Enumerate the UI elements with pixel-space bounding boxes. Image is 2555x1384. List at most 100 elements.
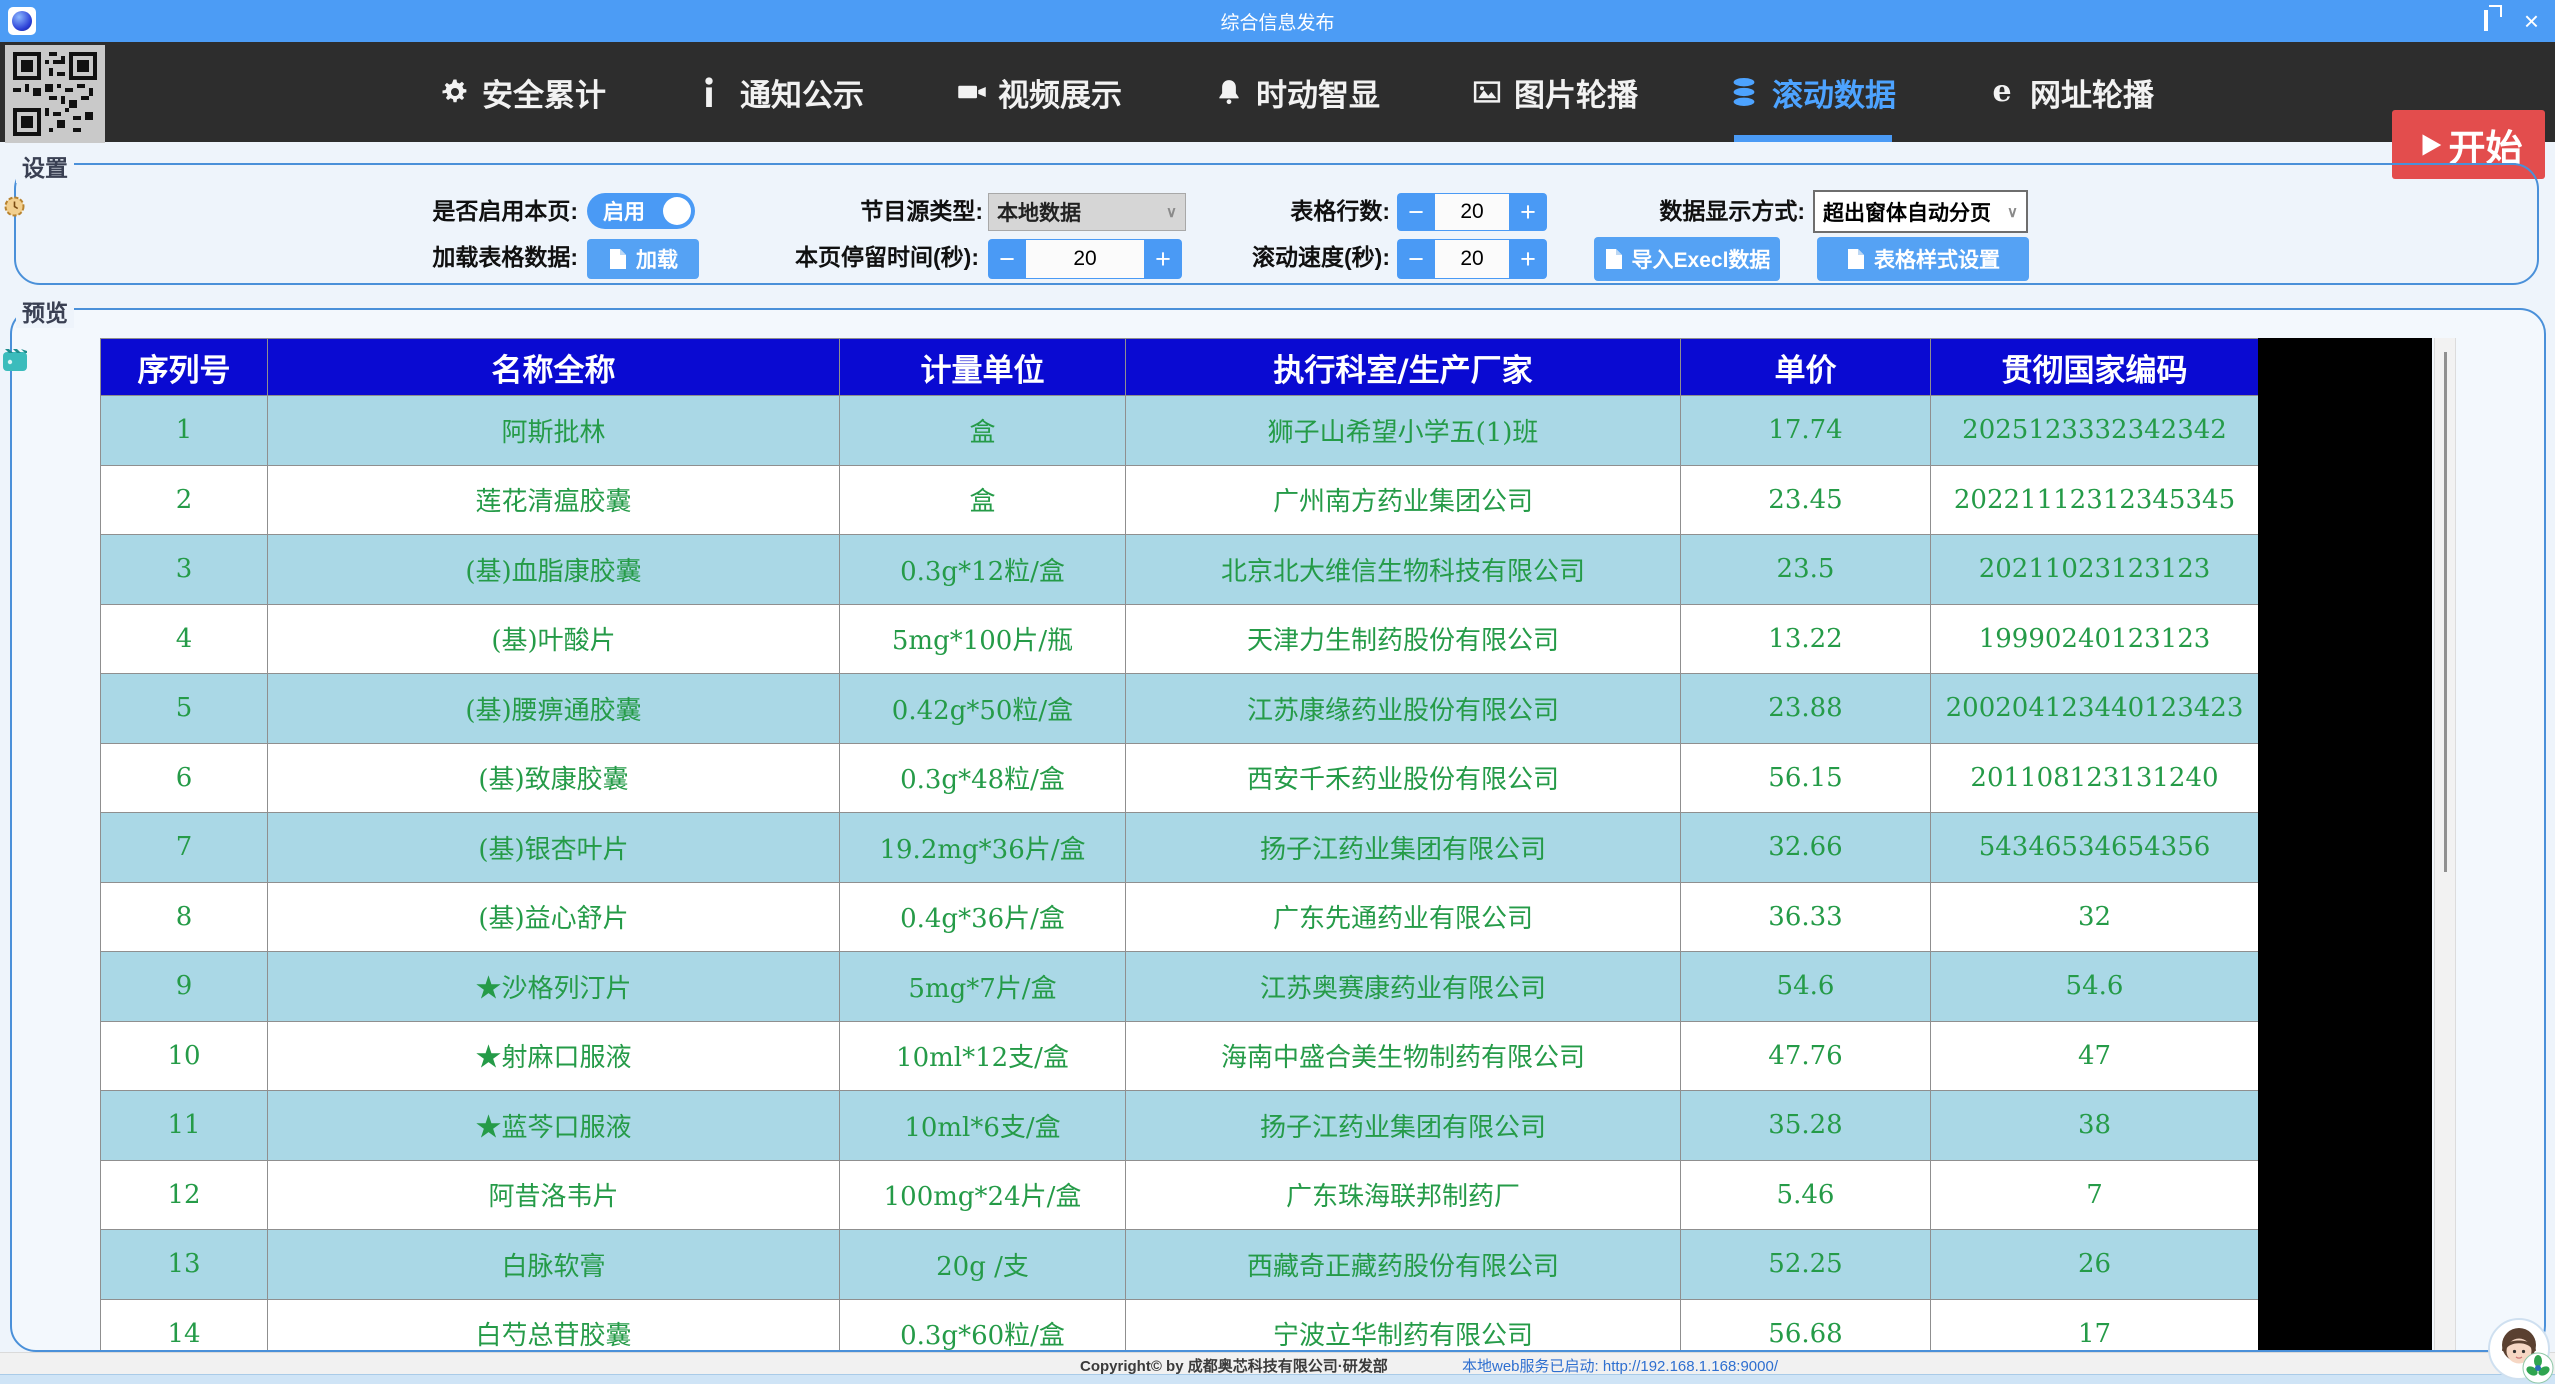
table-cell: ★蓝芩口服液 <box>268 1091 840 1161</box>
table-row: 7(基)银杏叶片19.2mg*36片/盒扬子江药业集团有限公司32.665434… <box>101 813 2259 883</box>
source-type-select[interactable]: 本地数据 ∨ <box>988 193 1186 231</box>
table-row: 9★沙格列汀片5mg*7片/盒江苏奥赛康药业有限公司54.654.6 <box>101 952 2259 1022</box>
chevron-down-icon: ∨ <box>2007 203 2018 221</box>
table-cell: 52.25 <box>1681 1230 1931 1300</box>
speed-minus-button[interactable]: − <box>1397 239 1435 279</box>
table-cell: 5.46 <box>1681 1160 1931 1230</box>
vertical-scrollbar[interactable] <box>2434 338 2456 1350</box>
speed-plus-button[interactable]: + <box>1509 239 1547 279</box>
table-cell: 13.22 <box>1681 604 1931 674</box>
web-service-status-link[interactable]: 本地web服务已启动: http://192.168.1.168:9000/ <box>1462 1355 1778 1376</box>
table-cell: 6 <box>101 743 268 813</box>
table-cell: 23.45 <box>1681 465 1931 535</box>
table-cell: 38 <box>1931 1091 2259 1161</box>
table-row: 4(基)叶酸片5mg*100片/瓶天津力生制药股份有限公司13.22199902… <box>101 604 2259 674</box>
window-bottom-edge <box>0 1374 2555 1384</box>
table-cell: 江苏奥赛康药业有限公司 <box>1126 952 1681 1022</box>
nav-tab-0[interactable]: 安全累计 <box>440 42 606 142</box>
display-mode-select[interactable]: 超出窗体自动分页 ∨ <box>1813 190 2028 233</box>
nav-tab-5[interactable]: 滚动数据 <box>1730 42 1896 142</box>
table-row: 8(基)益心舒片0.4g*36片/盒广东先通药业有限公司36.3332 <box>101 882 2259 952</box>
table-cell: 江苏康缘药业股份有限公司 <box>1126 674 1681 744</box>
table-cell: 5mg*100片/瓶 <box>840 604 1126 674</box>
table-cell: 扬子江药业集团有限公司 <box>1126 813 1681 883</box>
nav-tab-1[interactable]: 通知公示 <box>698 42 864 142</box>
info-icon <box>698 77 728 107</box>
window-controls: × <box>2448 0 2539 42</box>
stay-plus-button[interactable]: + <box>1144 239 1182 279</box>
stay-minus-button[interactable]: − <box>988 239 1026 279</box>
table-style-button[interactable]: 表格样式设置 <box>1817 237 2029 281</box>
nav-tab-label: 网址轮播 <box>2030 70 2154 115</box>
table-cell: 12 <box>101 1160 268 1230</box>
load-data-label: 加载表格数据: <box>330 238 578 276</box>
table-cell: 0.3g*48粒/盒 <box>840 743 1126 813</box>
import-excel-button[interactable]: 导入Execl数据 <box>1594 237 1780 281</box>
table-empty-black-area <box>2258 338 2432 1350</box>
toggle-knob <box>663 197 691 225</box>
gear-icon <box>440 77 470 107</box>
video-icon <box>956 77 986 107</box>
qr-code <box>5 45 105 143</box>
rows-minus-button[interactable]: − <box>1397 193 1435 231</box>
table-cell: 扬子江药业集团有限公司 <box>1126 1091 1681 1161</box>
table-cell: ★射麻口服液 <box>268 1021 840 1091</box>
stay-value[interactable]: 20 <box>1026 239 1144 279</box>
close-icon[interactable]: × <box>2524 0 2539 42</box>
navbar: 安全累计通知公示视频展示时动智显图片轮播滚动数据e网址轮播 开始 <box>0 42 2555 142</box>
nav-tab-2[interactable]: 视频展示 <box>956 42 1122 142</box>
column-header: 计量单位 <box>840 339 1126 396</box>
restore-icon[interactable] <box>2484 12 2488 30</box>
table-cell: 1 <box>101 396 268 466</box>
table-cell: 36.33 <box>1681 882 1931 952</box>
enable-page-toggle[interactable]: 启用 <box>587 193 695 229</box>
import-excel-label: 导入Execl数据 <box>1632 244 1771 274</box>
enable-page-label: 是否启用本页: <box>330 192 578 230</box>
nav-tab-6[interactable]: e 网址轮播 <box>1988 42 2154 142</box>
nav-tabs: 安全累计 通知公示 视频展示 时动智显 图片轮播 滚动数据 e 网址轮播 <box>440 42 2154 142</box>
rows-plus-button[interactable]: + <box>1509 193 1547 231</box>
svg-text:e: e <box>1992 77 2011 107</box>
scrollbar-thumb[interactable] <box>2444 352 2447 872</box>
load-button-label: 加载 <box>636 244 678 274</box>
table-row: 10★射麻口服液10ml*12支/盒海南中盛合美生物制药有限公司47.7647 <box>101 1021 2259 1091</box>
table-cell: 32 <box>1931 882 2259 952</box>
column-header: 贯彻国家编码 <box>1931 339 2259 396</box>
rows-value[interactable]: 20 <box>1435 193 1509 231</box>
nav-tab-label: 通知公示 <box>740 70 864 115</box>
table-row: 1阿斯批林盒狮子山希望小学五(1)班17.742025123332342342 <box>101 396 2259 466</box>
table-row: 11★蓝芩口服液10ml*6支/盒扬子江药业集团有限公司35.2838 <box>101 1091 2259 1161</box>
table-row: 14白芍总苷胶囊0.3g*60粒/盒宁波立华制药有限公司56.6817 <box>101 1299 2259 1352</box>
table-header-row: 序列号名称全称计量单位执行科室/生产厂家单价贯彻国家编码 <box>101 339 2259 396</box>
source-type-value: 本地数据 <box>997 197 1081 227</box>
nav-tab-3[interactable]: 时动智显 <box>1214 42 1380 142</box>
table-cell: 10ml*6支/盒 <box>840 1091 1126 1161</box>
settings-legend: 设置 <box>16 149 74 183</box>
nav-tab-label: 图片轮播 <box>1514 70 1638 115</box>
table-cell: 广东珠海联邦制药厂 <box>1126 1160 1681 1230</box>
table-cell: 7 <box>1931 1160 2259 1230</box>
table-cell: 0.3g*12粒/盒 <box>840 535 1126 605</box>
column-header: 执行科室/生产厂家 <box>1126 339 1681 396</box>
bell-icon <box>1214 77 1244 107</box>
table-cell: 47 <box>1931 1021 2259 1091</box>
table-cell: (基)叶酸片 <box>268 604 840 674</box>
table-cell: 100mg*24片/盒 <box>840 1160 1126 1230</box>
display-mode-label: 数据显示方式: <box>1560 192 1805 230</box>
table-cell: 4 <box>101 604 268 674</box>
e-icon: e <box>1988 77 2018 107</box>
table-cell: 26 <box>1931 1230 2259 1300</box>
table-cell: 56.68 <box>1681 1299 1931 1352</box>
status-bar: Copyright© by 成都奥芯科技有限公司·研发部 本地web服务已启动:… <box>0 1352 2555 1374</box>
speed-value[interactable]: 20 <box>1435 239 1509 279</box>
nav-tab-4[interactable]: 图片轮播 <box>1472 42 1638 142</box>
nav-tab-label: 滚动数据 <box>1772 70 1896 115</box>
table-cell: 19.2mg*36片/盒 <box>840 813 1126 883</box>
column-header: 单价 <box>1681 339 1931 396</box>
load-button[interactable]: 加载 <box>587 239 699 279</box>
nav-tab-label: 视频展示 <box>998 70 1122 115</box>
table-cell: 盒 <box>840 465 1126 535</box>
toggle-on-label: 启用 <box>603 196 645 226</box>
table-cell: 20221112312345345 <box>1931 465 2259 535</box>
table-cell: 17.74 <box>1681 396 1931 466</box>
